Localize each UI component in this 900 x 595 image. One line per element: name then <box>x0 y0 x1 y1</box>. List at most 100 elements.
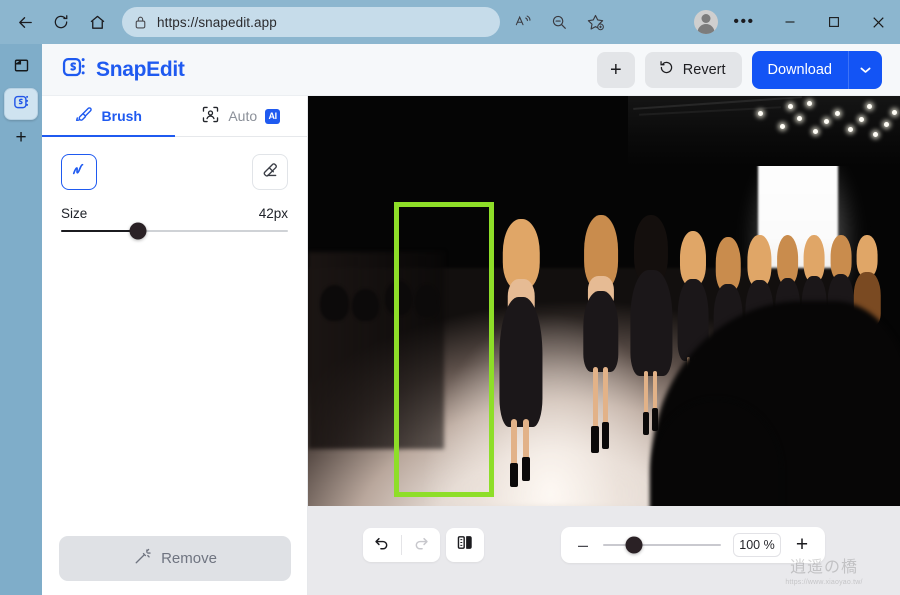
model-shoe <box>509 462 518 487</box>
stage-light <box>780 123 786 129</box>
redo-button[interactable] <box>402 528 440 562</box>
brush-size-label: Size <box>61 206 88 221</box>
tab-brush-label: Brush <box>101 108 142 124</box>
brush-icon <box>75 105 94 127</box>
canvas-bottom-bar: – 100 % + 逍遥の橋 https://www.xiaoyao.tw/ <box>308 506 900 595</box>
model-shoe <box>521 457 531 482</box>
compare-button[interactable] <box>446 528 484 562</box>
stage-light <box>796 115 802 121</box>
remove-label: Remove <box>161 550 217 567</box>
omnibox-actions <box>506 6 612 38</box>
model-shoe <box>642 412 650 436</box>
download-group: Download <box>751 50 882 89</box>
address-bar[interactable]: https://snapedit.app <box>122 7 500 37</box>
stage-light <box>823 118 829 124</box>
zoom-slider-knob[interactable] <box>625 536 643 554</box>
download-options-button[interactable] <box>848 50 882 89</box>
stage-light <box>867 104 873 110</box>
tool-tabs: Brush Auto AI <box>42 96 307 137</box>
app-header: SnapEdit + Revert Download <box>42 44 900 96</box>
page-zoom-button[interactable] <box>542 6 576 38</box>
minimize-button[interactable] <box>768 0 812 44</box>
model-leg <box>592 367 598 432</box>
add-favorite-icon <box>586 13 605 32</box>
brush-size-row: Size 42px <box>42 190 307 221</box>
stage-light <box>872 132 878 138</box>
stage-light <box>758 111 764 117</box>
read-aloud-icon <box>514 13 532 31</box>
tab-auto-label: Auto <box>228 108 258 124</box>
remove-button[interactable]: Remove <box>59 536 291 581</box>
canvas-area: – 100 % + 逍遥の橋 https://www.xiaoyao.tw/ <box>308 96 900 595</box>
model-dress <box>499 297 543 428</box>
brush-tool-button[interactable] <box>61 154 97 190</box>
stage-light <box>859 116 865 122</box>
magic-wand-icon <box>133 547 152 570</box>
brush-slider-track[interactable] <box>61 222 288 240</box>
screenshot-root: https://snapedit.app ••• + SnapEdit + Re… <box>0 0 900 595</box>
ceiling-lighting-rig <box>627 96 900 166</box>
stage-light <box>807 100 813 106</box>
compare-split-icon <box>456 533 475 557</box>
selection-rectangle[interactable] <box>394 202 494 497</box>
window-buttons <box>768 0 900 44</box>
model-leg <box>511 419 517 468</box>
undo-circular-icon <box>658 59 675 80</box>
reload-icon <box>52 13 70 31</box>
zoom-slider-track[interactable] <box>603 536 721 554</box>
brush-slider-knob[interactable] <box>129 222 147 240</box>
header-actions: + Revert Download <box>596 50 882 89</box>
model-dress <box>583 291 619 373</box>
eraser-tool-button[interactable] <box>252 154 288 190</box>
page-zoom-icon <box>550 13 568 31</box>
read-aloud-button[interactable] <box>506 6 540 38</box>
model-leg <box>644 371 649 417</box>
eraser-icon <box>260 160 280 185</box>
add-favorite-button[interactable] <box>578 6 612 38</box>
back-arrow-icon <box>16 13 35 32</box>
edited-photo[interactable] <box>308 96 900 506</box>
watermark-url: https://www.xiaoyao.tw/ <box>785 579 863 586</box>
tab-group-button[interactable] <box>5 52 37 84</box>
model-shoe <box>591 426 599 454</box>
scribble-icon <box>69 160 89 185</box>
revert-button[interactable]: Revert <box>644 51 742 88</box>
download-button[interactable]: Download <box>751 50 848 89</box>
history-controls <box>363 528 440 562</box>
brush-size-slider[interactable] <box>42 221 307 240</box>
tab-brush[interactable]: Brush <box>42 96 175 137</box>
stage-light <box>834 111 840 117</box>
ceiling-beam <box>633 96 802 111</box>
brand: SnapEdit <box>62 55 185 85</box>
close-button[interactable] <box>856 0 900 44</box>
home-button[interactable] <box>80 6 114 38</box>
back-button[interactable] <box>8 6 42 38</box>
face-detect-icon <box>201 105 220 127</box>
stage-light <box>788 104 794 110</box>
maximize-button[interactable] <box>812 0 856 44</box>
model-leg <box>602 367 608 429</box>
tools-panel: Brush Auto AI Size 42px Remove <box>42 96 308 595</box>
browser-more-button[interactable]: ••• <box>726 6 762 38</box>
undo-icon <box>373 534 391 557</box>
new-tab-button[interactable]: + <box>15 128 26 147</box>
sidebar-item-snapedit-tab[interactable] <box>4 88 38 120</box>
snapedit-favicon <box>13 93 30 115</box>
address-bar-url: https://snapedit.app <box>157 14 277 30</box>
stage-light <box>891 109 897 115</box>
stage-light <box>883 121 889 127</box>
browser-toolbar: https://snapedit.app ••• <box>0 0 900 44</box>
undo-button[interactable] <box>363 528 401 562</box>
brush-tools-row <box>42 137 307 190</box>
add-image-button[interactable]: + <box>596 51 635 88</box>
redo-icon <box>412 534 430 557</box>
audience-head <box>352 288 380 322</box>
zoom-level-value[interactable]: 100 % <box>733 533 781 557</box>
reload-button[interactable] <box>44 6 78 38</box>
window-controls-group: ••• <box>688 0 900 44</box>
profile-button[interactable] <box>688 6 724 38</box>
snapedit-app: SnapEdit + Revert Download Brush Auto AI… <box>42 44 900 595</box>
brand-name: SnapEdit <box>96 57 185 81</box>
lock-icon <box>134 15 147 30</box>
tab-auto[interactable]: Auto AI <box>175 96 308 136</box>
